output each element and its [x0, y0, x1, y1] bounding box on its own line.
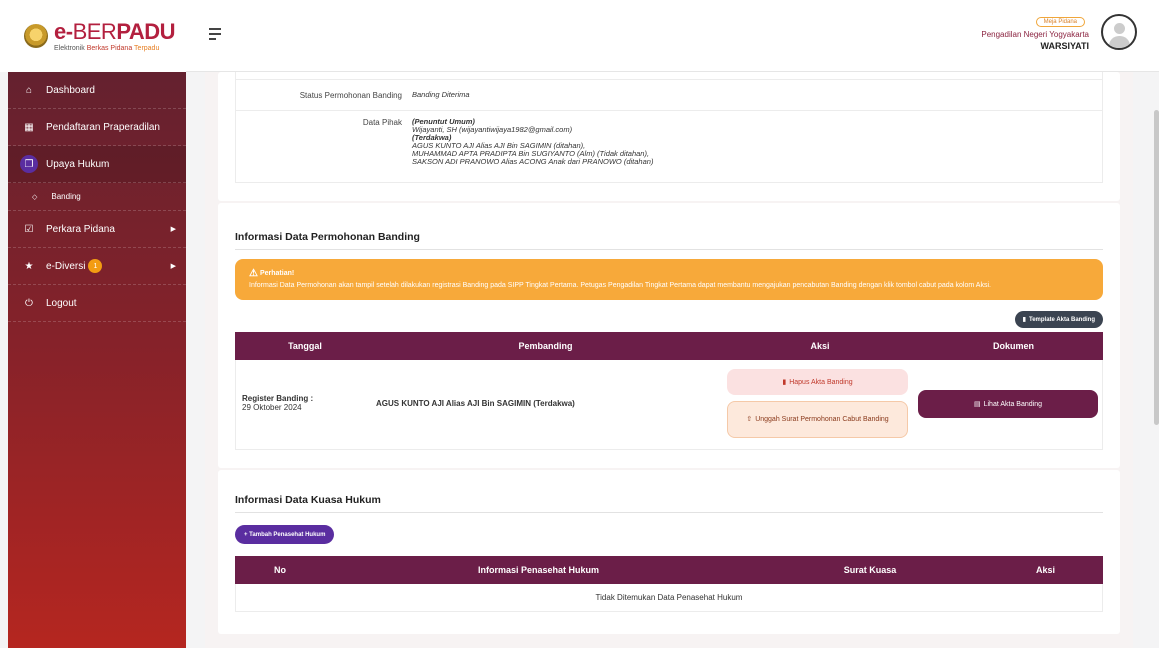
- power-icon: ⏻: [25, 297, 33, 309]
- divider: [235, 512, 1103, 513]
- brand-name-padu: PADU: [116, 18, 176, 44]
- brand-tagline-3: Terpadu: [134, 44, 160, 52]
- pembanding-cell: AGUS KUNTO AJI Alias AJI Bin SAGIMIN (Te…: [376, 399, 575, 408]
- divider: [235, 249, 1103, 250]
- section-title-permohonan: Informasi Data Permohonan Banding: [235, 231, 420, 243]
- sidebar-item-e-diversi[interactable]: ★ e-Diversi 1 ▶: [8, 248, 186, 285]
- detail-row-truncated: [235, 72, 1103, 80]
- user-menu[interactable]: Meja Pidana Pengadilan Negeri Yogyakarta…: [981, 10, 1137, 51]
- trash-icon: ▮: [782, 379, 787, 386]
- unggah-surat-cabut-button[interactable]: ⇧ Unggah Surat Permohonan Cabut Banding: [727, 401, 908, 438]
- status-label: Status Permohonan Banding: [299, 91, 402, 100]
- main-content: Status Permohonan Banding Banding Diteri…: [205, 72, 1133, 648]
- pihak-line: SAKSON ADI PRANOWO Alias ACONG Anak dari…: [412, 157, 654, 166]
- avatar[interactable]: [1101, 14, 1137, 50]
- hapus-akta-banding-button[interactable]: ▮ Hapus Akta Banding: [727, 369, 908, 395]
- court-name: Pengadilan Negeri Yogyakarta: [981, 30, 1089, 39]
- empty-text: Tidak Ditemukan Data Penasehat Hukum: [595, 593, 743, 602]
- sidebar-item-praperadilan[interactable]: ▦ Pendaftaran Praperadilan: [8, 109, 186, 146]
- chevron-right-icon: ▶: [170, 263, 176, 270]
- tanggal-value: 29 Oktober 2024: [242, 403, 302, 412]
- sidebar-item-perkara-pidana[interactable]: ☑ Perkara Pidana ▶: [8, 211, 186, 248]
- table-header: No Informasi Penasehat Hukum Surat Kuasa…: [235, 556, 1103, 584]
- column-header: Aksi: [1035, 565, 1055, 575]
- hapus-akta-banding-label: Hapus Akta Banding: [789, 378, 853, 386]
- column-header: Tanggal: [288, 341, 322, 351]
- brand-text: e-BERPADU Elektronik Berkas Pidana Terpa…: [54, 18, 176, 52]
- sidebar-subitem-banding[interactable]: ◇ Banding: [8, 183, 186, 211]
- detail-card: Status Permohonan Banding Banding Diteri…: [218, 72, 1120, 201]
- file-icon: ▮: [1022, 317, 1026, 323]
- sidebar-item-logout[interactable]: ⏻ Logout: [8, 285, 186, 322]
- tanggal-cell: Register Banding : 29 Oktober 2024: [242, 394, 313, 412]
- brand-name-e: e-: [54, 18, 73, 44]
- table-header: Tanggal Pembanding Aksi Dokumen: [235, 332, 1103, 360]
- lihat-akta-banding-button[interactable]: ▤ Lihat Akta Banding: [918, 390, 1098, 418]
- column-header: Informasi Penasehat Hukum: [477, 565, 600, 575]
- status-value: Banding Diterima: [412, 90, 470, 99]
- sidebar-item-label: e-Diversi: [46, 260, 86, 272]
- detail-row-status: Status Permohonan Banding Banding Diteri…: [235, 80, 1103, 111]
- warning-alert: ⚠ Perhatian! Informasi Data Permohonan ak…: [235, 259, 1103, 300]
- user-info: Meja Pidana Pengadilan Negeri Yogyakarta…: [981, 10, 1089, 51]
- column-header: No: [274, 565, 286, 575]
- alert-text: Informasi Data Permohonan akan tampil se…: [249, 282, 991, 289]
- file-copy-icon: ❐: [20, 155, 38, 173]
- permohonan-table: Tanggal Pembanding Aksi Dokumen Register…: [235, 332, 1103, 450]
- permohonan-card: Informasi Data Permohonan Banding ⚠ Perha…: [218, 203, 1120, 468]
- sidebar-item-label: Upaya Hukum: [46, 158, 110, 170]
- brand-logo[interactable]: e-BERPADU Elektronik Berkas Pidana Terpa…: [0, 0, 186, 72]
- page-scrollbar[interactable]: [1154, 110, 1159, 425]
- template-akta-banding-label: Template Akta Banding: [1028, 316, 1095, 323]
- column-header: Dokumen: [992, 341, 1034, 351]
- sidebar-item-upaya-hukum[interactable]: ❐ Upaya Hukum: [8, 146, 186, 183]
- upload-icon: ⇧: [746, 415, 753, 423]
- sidebar-item-label: Perkara Pidana: [46, 223, 115, 235]
- user-name: WARSIYATI: [1040, 41, 1089, 51]
- role-badge: Meja Pidana: [1035, 17, 1085, 27]
- chevron-right-icon: ▶: [170, 226, 176, 233]
- tambah-penasehat-hukum-button[interactable]: + Tambah Penasehat Hukum: [235, 525, 335, 544]
- sidebar-item-label: Logout: [46, 297, 77, 309]
- template-akta-banding-button[interactable]: ▮ Template Akta Banding: [1014, 311, 1103, 328]
- star-icon: ★: [24, 260, 34, 272]
- notification-badge: 1: [88, 259, 103, 273]
- pihak-label: Data Pihak: [362, 118, 402, 127]
- section-title-kuasa: Informasi Data Kuasa Hukum: [235, 494, 381, 506]
- table-row: Register Banding : 29 Oktober 2024 AGUS …: [235, 360, 1103, 450]
- warning-icon: ⚠: [249, 268, 258, 279]
- top-header: e-BERPADU Elektronik Berkas Pidana Terpa…: [0, 0, 1159, 72]
- unggah-surat-cabut-label: Unggah Surat Permohonan Cabut Banding: [755, 415, 889, 423]
- file-icon: ▦: [24, 121, 34, 133]
- sidebar-item-label: Dashboard: [46, 84, 95, 96]
- sidebar-item-label: Banding: [51, 192, 81, 201]
- column-header: Pembanding: [518, 341, 573, 351]
- sidebar: ⌂ Dashboard ▦ Pendaftaran Praperadilan ❐…: [8, 72, 186, 648]
- folder-icon: ▤: [973, 401, 981, 408]
- pihak-values: (Penuntut Umum) Wijayanti, SH (wijayanti…: [412, 118, 653, 166]
- alert-title: Perhatian!: [259, 270, 295, 277]
- court-emblem-icon: [24, 24, 48, 48]
- detail-row-pihak: Data Pihak (Penuntut Umum) Wijayanti, SH…: [235, 111, 1103, 183]
- home-icon: ⌂: [25, 84, 33, 96]
- brand-tagline-2: Berkas Pidana: [86, 44, 135, 52]
- empty-row: Tidak Ditemukan Data Penasehat Hukum: [235, 584, 1103, 612]
- kuasa-table: No Informasi Penasehat Hukum Surat Kuasa…: [235, 556, 1103, 612]
- brand-name-ber: BER: [72, 18, 117, 44]
- kuasa-hukum-card: Informasi Data Kuasa Hukum + Tambah Pena…: [218, 470, 1120, 634]
- brand-tagline-1: Elektronik: [54, 44, 87, 52]
- diamond-icon: ◇: [32, 193, 38, 201]
- sidebar-item-dashboard[interactable]: ⌂ Dashboard: [8, 72, 186, 109]
- menu-toggle-icon[interactable]: [209, 28, 221, 43]
- tanggal-label: Register Banding :: [242, 394, 314, 403]
- sidebar-item-label: Pendaftaran Praperadilan: [46, 121, 160, 133]
- checkbox-icon: ☑: [24, 223, 34, 235]
- column-header: Aksi: [810, 341, 830, 351]
- column-header: Surat Kuasa: [843, 565, 897, 575]
- lihat-akta-banding-label: Lihat Akta Banding: [983, 400, 1042, 408]
